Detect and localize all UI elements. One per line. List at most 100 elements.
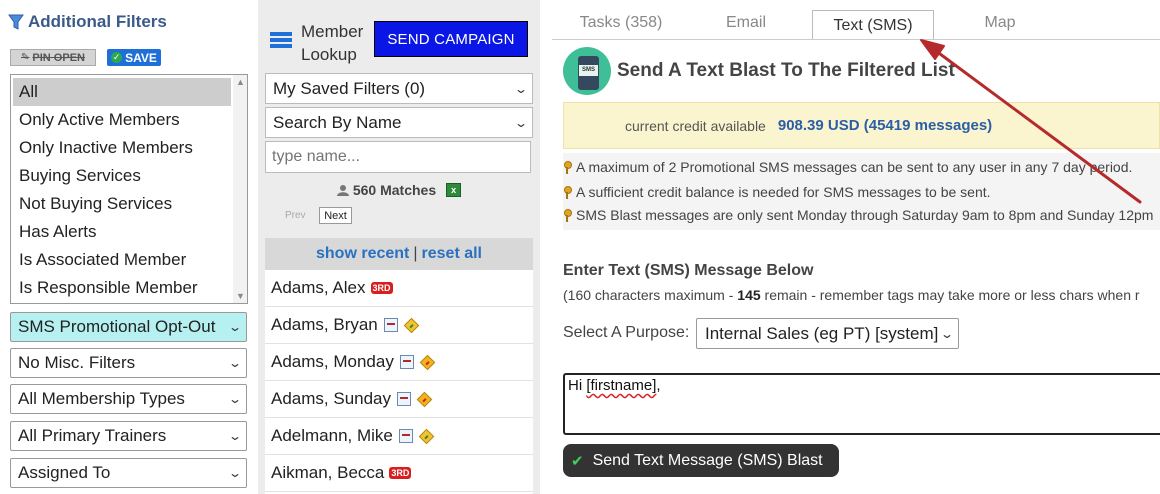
send-campaign-button[interactable]: SEND CAMPAIGN (374, 21, 528, 57)
alert-red-icon (416, 391, 433, 407)
listbox-scrollbar[interactable]: ▲ ▼ (233, 75, 247, 303)
menu-icon[interactable] (270, 32, 292, 49)
alert-green-icon (418, 428, 435, 444)
status-option[interactable]: All (13, 78, 231, 106)
credit-label: current credit available (625, 117, 766, 134)
remain-count: 145 (737, 287, 761, 303)
member-row[interactable]: Adams, Alex 3RD (265, 270, 533, 307)
key-icon (563, 208, 572, 222)
note-item: SMS Blast messages are only sent Monday … (563, 207, 1153, 223)
chevron-down-icon: ⌄ (227, 392, 243, 406)
chevron-down-icon: ⌄ (513, 81, 529, 96)
sms-notes: A maximum of 2 Promotional SMS messages … (563, 153, 1160, 230)
filters-header: Additional Filters (8, 12, 167, 32)
tab-tasks[interactable]: Tasks (358) (567, 8, 675, 38)
remain-prefix: (160 characters maximum - (563, 287, 738, 303)
lookup-title-line2: Lookup (301, 45, 357, 64)
status-listbox[interactable]: All Only Active Members Only Inactive Me… (10, 74, 248, 304)
primary-trainers-value: All Primary Trainers (18, 426, 167, 445)
tab-email[interactable]: Email (692, 8, 800, 38)
tab-text-sms[interactable]: Text (SMS) (812, 10, 934, 40)
sms-blast-title: Send A Text Blast To The Filtered List (617, 60, 955, 81)
show-recent-link[interactable]: show recent (316, 245, 409, 263)
member-name[interactable]: Adelmann, Mike (271, 426, 393, 446)
purpose-value: Internal Sales (eg PT) [system] (705, 323, 939, 343)
send-sms-blast-button[interactable]: ✔ Send Text Message (SMS) Blast (563, 444, 839, 477)
next-button[interactable]: Next (319, 207, 352, 224)
primary-trainers-select[interactable]: All Primary Trainers ⌄ (10, 421, 247, 451)
prev-button[interactable]: Prev (285, 210, 306, 221)
chevron-down-icon: ⌄ (227, 320, 243, 334)
sms-panel: Tasks (358) Email Text (SMS) Map Send A … (552, 0, 1160, 494)
status-option[interactable]: Only Inactive Members (13, 134, 231, 162)
member-name[interactable]: Adams, Bryan (271, 315, 378, 335)
note-text: SMS Blast messages are only sent Monday … (576, 207, 1154, 223)
message-prefix: Hi (568, 377, 587, 394)
third-party-badge: 3RD (370, 282, 393, 294)
remain-suffix: remain - remember tags may take more or … (760, 287, 1140, 303)
membership-types-select[interactable]: All Membership Types ⌄ (10, 384, 247, 414)
chevron-down-icon: ⌄ (227, 429, 243, 443)
pin-open-button[interactable]: ✎ PIN OPEN (10, 49, 96, 66)
name-search-input[interactable] (265, 141, 531, 173)
sms-message-textarea[interactable]: Hi [firstname], (563, 373, 1160, 435)
export-excel-icon[interactable]: x (446, 183, 462, 197)
scroll-down-icon[interactable]: ▼ (236, 291, 245, 301)
chevron-down-icon: ⌄ (939, 326, 955, 341)
tab-map[interactable]: Map (947, 8, 1053, 38)
member-row[interactable]: Adelmann, Mike (265, 418, 533, 455)
membership-types-value: All Membership Types (18, 389, 185, 408)
member-row[interactable]: Adams, Sunday (265, 381, 533, 418)
member-name[interactable]: Adams, Sunday (271, 389, 391, 409)
sms-phone-icon (563, 47, 611, 95)
member-name[interactable]: Adams, Alex (271, 278, 366, 298)
search-by-select[interactable]: Search By Name ⌄ (265, 107, 533, 138)
note-text: A maximum of 2 Promotional SMS messages … (576, 159, 1133, 175)
third-party-badge: 3RD (389, 467, 412, 479)
scroll-up-icon[interactable]: ▲ (236, 77, 245, 87)
sms-optout-select[interactable]: SMS Promotional Opt-Out ⌄ (10, 312, 247, 342)
member-name[interactable]: Adams, Monday (271, 352, 394, 372)
status-option[interactable]: Is Associated Member (13, 246, 231, 274)
assigned-to-select[interactable]: Assigned To ⌄ (10, 458, 247, 488)
status-option[interactable]: Only Active Members (13, 106, 231, 134)
misc-filters-select[interactable]: No Misc. Filters ⌄ (10, 348, 247, 378)
status-option[interactable]: Has Alerts (13, 218, 231, 246)
save-button[interactable]: ✓ SAVE (107, 49, 161, 66)
lookup-title: Member Lookup (301, 20, 363, 66)
filters-panel: Additional Filters ✎ PIN OPEN ✓ SAVE All… (0, 0, 258, 494)
key-icon (563, 160, 572, 174)
member-name[interactable]: Aikman, Becca (271, 463, 384, 483)
note-item: A sufficient credit balance is needed fo… (563, 184, 991, 200)
checkmark-icon: ✔ (571, 452, 584, 470)
key-icon (563, 185, 572, 199)
purpose-select[interactable]: Internal Sales (eg PT) [system] ⌄ (696, 318, 959, 349)
status-option[interactable]: Not Buying Services (13, 190, 231, 218)
member-row[interactable]: Adams, Monday (265, 344, 533, 381)
calendar-icon (383, 318, 398, 332)
lookup-title-line1: Member (301, 22, 364, 41)
alert-green-icon (403, 317, 420, 333)
link-separator: | (413, 245, 418, 262)
pin-icon: ✎ (21, 52, 30, 63)
saved-filters-select[interactable]: My Saved Filters (0) ⌄ (265, 73, 533, 104)
member-lookup-panel: Member Lookup SEND CAMPAIGN My Saved Fil… (258, 0, 540, 494)
send-sms-blast-label: Send Text Message (SMS) Blast (592, 451, 823, 469)
status-option[interactable]: Is Responsible Member (13, 274, 231, 302)
note-text: A sufficient credit balance is needed fo… (576, 184, 991, 200)
pin-open-label: PIN OPEN (32, 51, 85, 64)
status-option[interactable]: Buying Services (13, 162, 231, 190)
reset-all-link[interactable]: reset all (422, 245, 482, 263)
calendar-icon (398, 429, 413, 443)
message-tag: [firstname] (586, 377, 657, 394)
member-row[interactable]: Aikman, Becca 3RD (265, 455, 533, 492)
credit-banner: current credit available 908.39 USD (454… (563, 102, 1160, 149)
char-remaining: (160 characters maximum - 145 remain - r… (563, 287, 1140, 303)
member-list: Adams, Alex 3RD Adams, Bryan Adams, Mond… (265, 270, 533, 494)
tab-divider (552, 39, 1160, 40)
search-by-value: Search By Name (273, 112, 402, 132)
message-suffix: , (656, 377, 661, 394)
note-item: A maximum of 2 Promotional SMS messages … (563, 159, 1132, 175)
member-row[interactable]: Adams, Bryan (265, 307, 533, 344)
message-section-title: Enter Text (SMS) Message Below (563, 262, 814, 279)
